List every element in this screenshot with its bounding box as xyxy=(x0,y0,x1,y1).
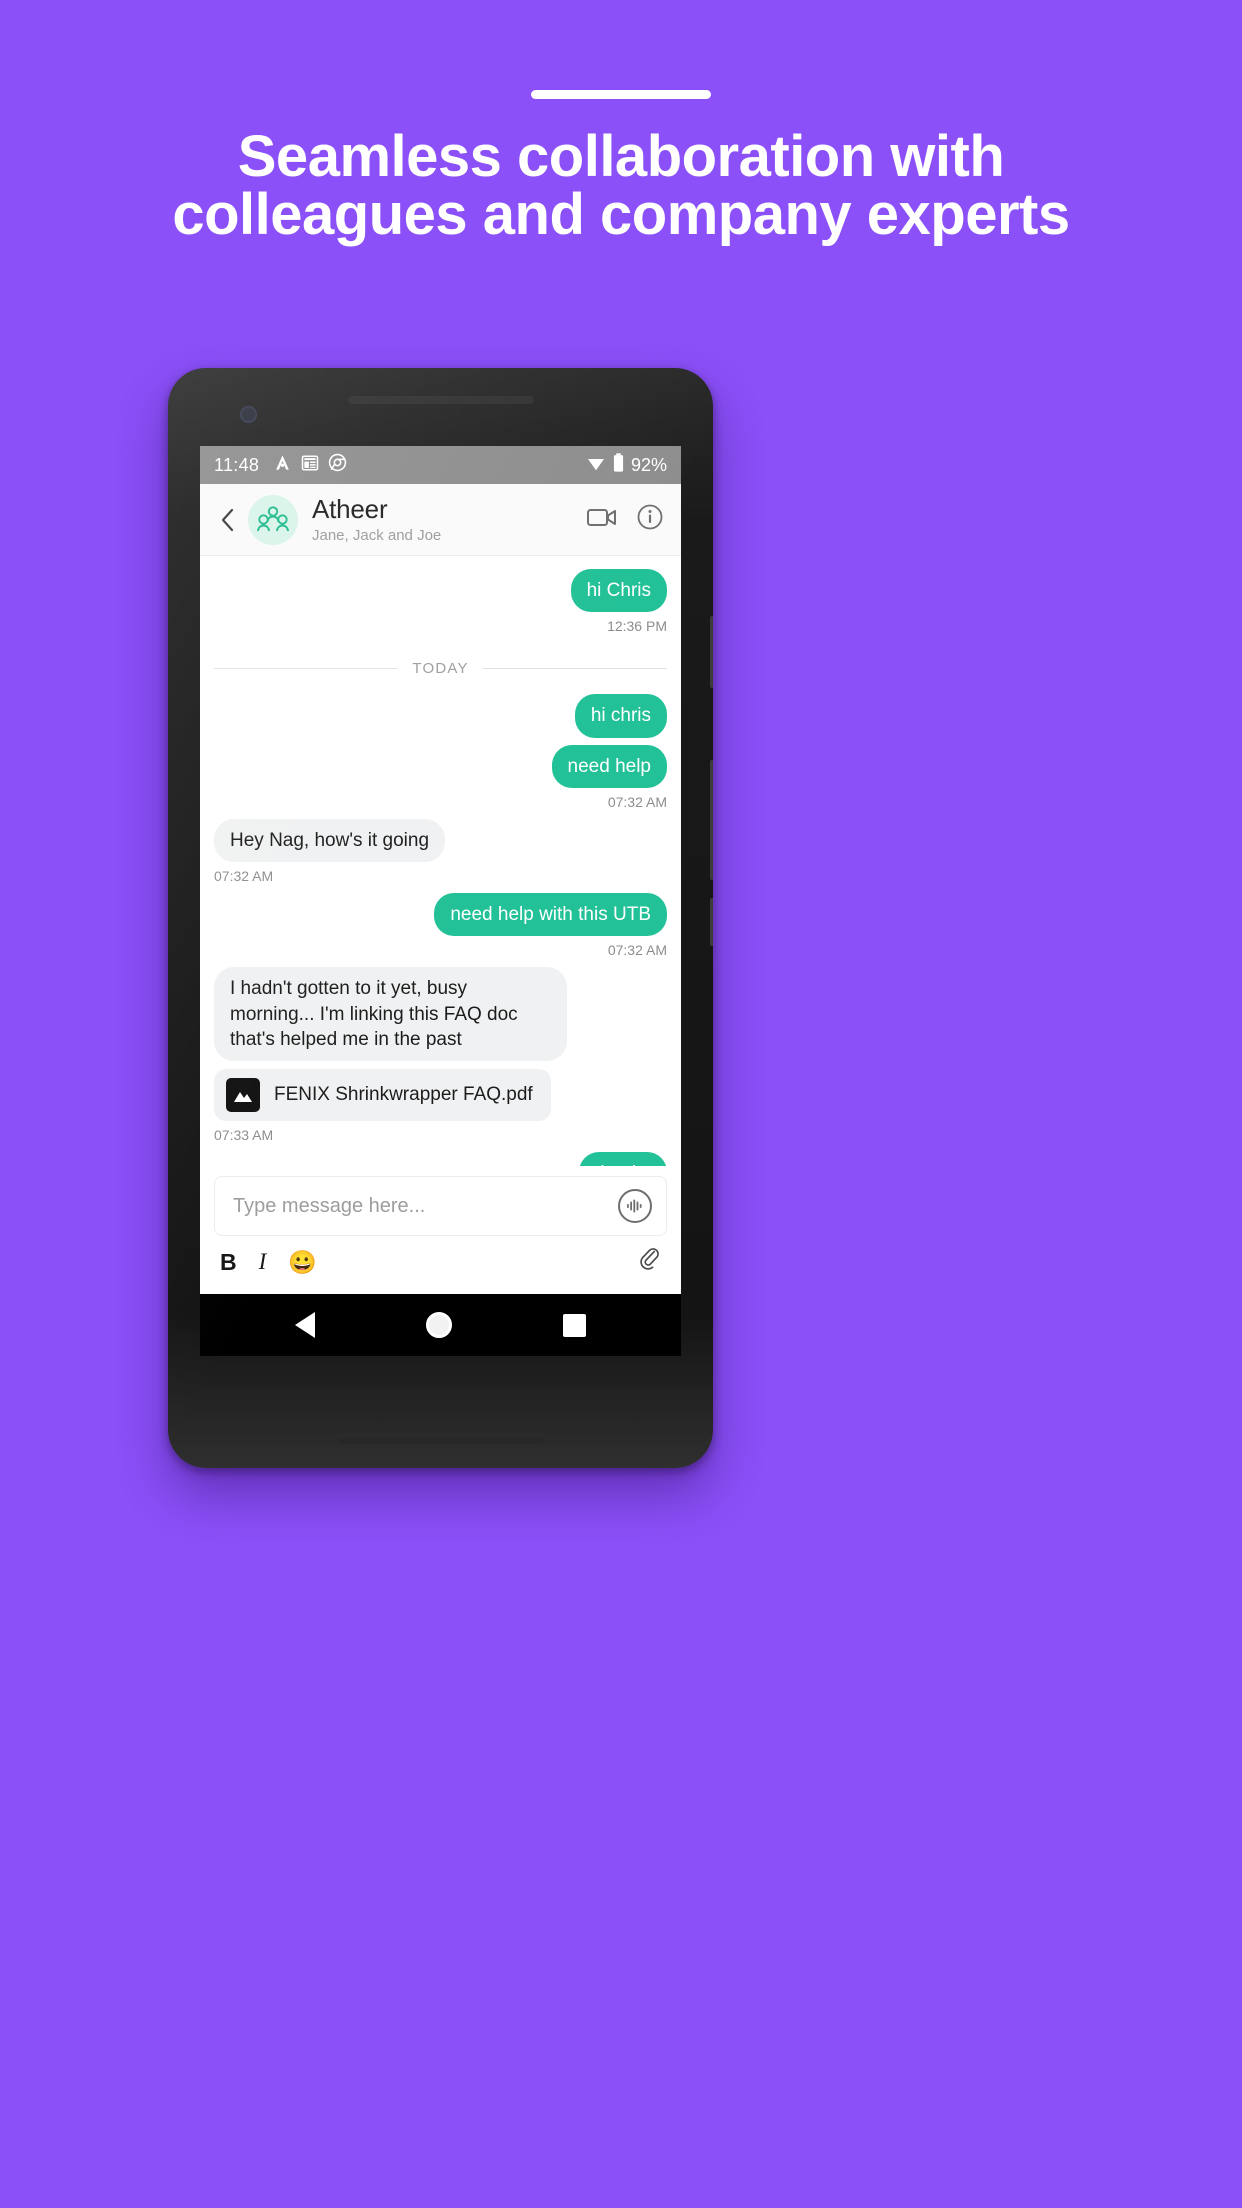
nav-recents-icon[interactable] xyxy=(562,1313,586,1337)
message-bubble[interactable]: hi Chris xyxy=(570,569,667,613)
headline-accent-rule xyxy=(531,90,711,99)
page-headline: Seamless collaboration with colleagues a… xyxy=(172,124,1070,247)
wifi-icon xyxy=(586,455,606,476)
message-composer: Type message here... B I 😀 xyxy=(200,1166,681,1294)
message-group: thanks appreciate your help 11:48 AM xyxy=(214,1145,667,1166)
front-camera xyxy=(240,406,257,423)
chat-participants-subtitle: Jane, Jack and Joe xyxy=(312,526,442,544)
status-bar: 11:48 92% xyxy=(200,446,681,484)
android-navigation-bar xyxy=(200,1294,681,1356)
bottom-speaker-grille xyxy=(337,1438,544,1444)
group-avatar-icon[interactable] xyxy=(248,494,298,545)
info-circle-icon[interactable] xyxy=(637,504,663,535)
phone-device-frame: 11:48 92% Atheer Jane, Jack and Joe hi C… xyxy=(168,368,713,1468)
message-timestamp: 07:33 AM xyxy=(214,1127,274,1144)
message-timestamp: 07:32 AM xyxy=(607,793,667,810)
back-chevron-icon[interactable] xyxy=(214,507,240,533)
divider-line-right xyxy=(482,668,668,670)
battery-percentage-label: 92% xyxy=(630,454,667,475)
formatting-toolbar: B I 😀 xyxy=(214,1236,667,1288)
message-bubble[interactable]: need help xyxy=(551,744,667,788)
atheer-icon xyxy=(273,453,292,477)
status-bar-notification-icons xyxy=(273,453,347,477)
battery-icon xyxy=(613,453,624,477)
day-divider: TODAY xyxy=(214,660,668,678)
message-group: I hadn't gotten to it yet, busy morning.… xyxy=(214,960,667,1145)
message-group: hi chris need help 07:32 AM xyxy=(214,687,667,812)
message-group: hi Chris 12:36 PM xyxy=(214,562,667,636)
side-button-power[interactable] xyxy=(710,898,713,946)
status-bar-system-icons: 92% xyxy=(586,453,667,477)
image-file-icon xyxy=(226,1078,260,1113)
phone-screen: 11:48 92% Atheer Jane, Jack and Joe hi C… xyxy=(200,446,681,1356)
news-widget-icon xyxy=(301,454,319,477)
paperclip-icon[interactable] xyxy=(639,1247,661,1277)
message-bubble[interactable]: Hey Nag, how's it going xyxy=(214,818,446,863)
video-camera-icon[interactable] xyxy=(587,507,617,533)
attachment-filename: FENIX Shrinkwrapper FAQ.pdf xyxy=(274,1084,533,1106)
attachment-bubble[interactable]: FENIX Shrinkwrapper FAQ.pdf xyxy=(214,1069,551,1122)
nav-back-icon[interactable] xyxy=(295,1312,316,1338)
message-timestamp: 07:32 AM xyxy=(214,868,274,885)
voice-waveform-icon[interactable] xyxy=(618,1189,652,1223)
message-input[interactable]: Type message here... xyxy=(233,1195,618,1218)
message-group: need help with this UTB 07:32 AM xyxy=(214,886,667,960)
message-bubble[interactable]: I hadn't gotten to it yet, busy morning.… xyxy=(214,967,568,1062)
message-timestamp: 12:36 PM xyxy=(607,618,667,635)
chat-header-text: Atheer Jane, Jack and Joe xyxy=(312,495,441,544)
message-bubble[interactable]: hi chris xyxy=(574,694,667,738)
message-bubble[interactable]: thanks xyxy=(579,1152,667,1166)
chrome-icon xyxy=(328,453,347,477)
day-divider-label: TODAY xyxy=(412,660,469,678)
message-list[interactable]: hi Chris 12:36 PM TODAY hi chris need he… xyxy=(200,556,681,1166)
chat-header-actions xyxy=(587,504,667,535)
earpiece-speaker xyxy=(347,396,534,404)
message-input-wrapper[interactable]: Type message here... xyxy=(214,1176,667,1236)
message-group: Hey Nag, how's it going 07:32 AM xyxy=(214,812,667,886)
emoji-button[interactable]: 😀 xyxy=(288,1249,317,1276)
italic-button[interactable]: I xyxy=(259,1249,267,1275)
chat-title: Atheer xyxy=(312,495,388,525)
side-button-volume-up[interactable] xyxy=(710,616,713,688)
divider-line-left xyxy=(214,668,399,670)
message-bubble[interactable]: need help with this UTB xyxy=(434,893,667,937)
side-button-volume-down[interactable] xyxy=(710,760,713,880)
bold-button[interactable]: B xyxy=(220,1249,237,1276)
chat-header: Atheer Jane, Jack and Joe xyxy=(200,484,681,556)
message-timestamp: 07:32 AM xyxy=(607,942,667,959)
status-bar-clock: 11:48 xyxy=(214,454,260,475)
nav-home-icon[interactable] xyxy=(425,1312,452,1338)
